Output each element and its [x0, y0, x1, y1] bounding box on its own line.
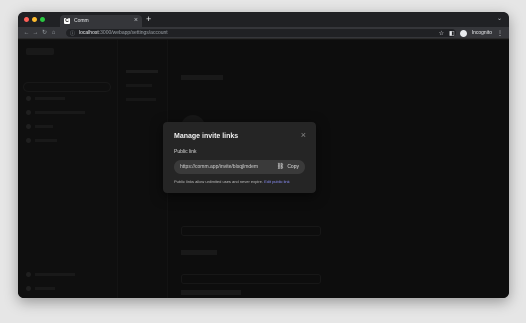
- note-text: Public links allow unlimited uses and ne…: [174, 179, 263, 184]
- invite-link-url[interactable]: https://comm.app/invite/blsqjlmdem: [180, 164, 258, 170]
- public-link-label: Public link: [174, 149, 197, 155]
- window-controls: [24, 17, 45, 22]
- copy-button[interactable]: ⛓ Copy: [276, 163, 299, 171]
- toolbar-actions: ☆ ◧ Incognito ⋮: [439, 28, 503, 38]
- new-tab-icon[interactable]: +: [146, 14, 151, 25]
- forward-icon[interactable]: →: [31, 30, 40, 36]
- back-icon[interactable]: ←: [22, 30, 31, 36]
- reload-icon[interactable]: ↻: [40, 29, 49, 36]
- copy-label: Copy: [287, 164, 299, 170]
- close-icon[interactable]: ×: [301, 131, 306, 140]
- more-menu-icon[interactable]: ⋮: [497, 30, 503, 37]
- tab-comm[interactable]: C Comm ×: [60, 15, 142, 27]
- site-info-icon[interactable]: ⓘ: [70, 30, 75, 37]
- edit-public-link[interactable]: Edit public link: [264, 179, 290, 184]
- side-panel-icon[interactable]: ◧: [449, 30, 455, 37]
- incognito-icon[interactable]: [459, 29, 467, 37]
- close-window-button[interactable]: [24, 17, 29, 22]
- comm-favicon-icon: C: [64, 18, 70, 24]
- tab-title: Comm: [74, 18, 89, 24]
- address-bar[interactable]: ⓘ localhost :3000/webapp/settings/accoun…: [66, 29, 456, 37]
- link-icon: ⛓: [276, 163, 285, 170]
- tab-bar: C Comm × + ⌄: [18, 12, 509, 27]
- browser-toolbar: ← → ↻ ⌂ ⓘ localhost :3000/webapp/setting…: [18, 27, 509, 39]
- home-icon[interactable]: ⌂: [49, 30, 58, 36]
- bookmark-star-icon[interactable]: ☆: [439, 30, 444, 37]
- incognito-label: Incognito: [471, 30, 492, 36]
- invite-link-note: Public links allow unlimited uses and ne…: [174, 179, 290, 184]
- modal-title: Manage invite links: [174, 133, 239, 140]
- close-tab-icon[interactable]: ×: [134, 17, 138, 24]
- url-host: localhost: [79, 30, 99, 36]
- maximize-window-button[interactable]: [40, 17, 45, 22]
- url-path: :3000/webapp/settings/account: [98, 30, 168, 36]
- manage-invite-links-modal: Manage invite links × Public link https:…: [163, 122, 316, 193]
- invite-link-field: https://comm.app/invite/blsqjlmdem ⛓ Cop…: [174, 160, 305, 174]
- tab-search-chevron-icon[interactable]: ⌄: [497, 15, 502, 22]
- minimize-window-button[interactable]: [32, 17, 37, 22]
